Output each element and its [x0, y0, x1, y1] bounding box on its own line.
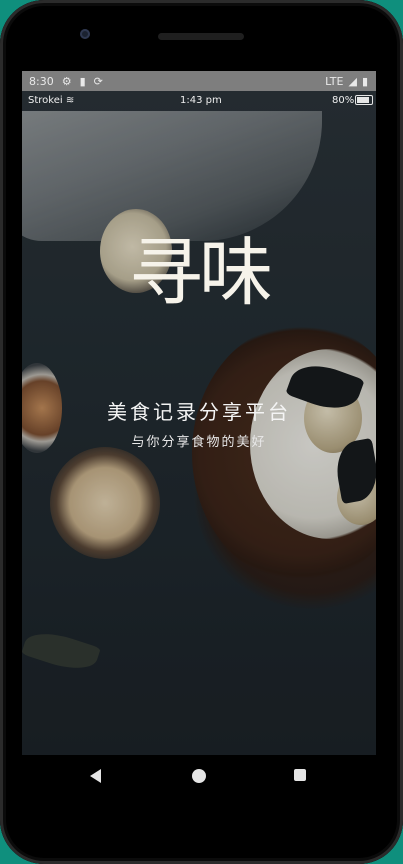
status-time: 8:30: [29, 74, 54, 88]
simulated-ios-status-bar: Strokei ≋ 1:43 pm 80%: [22, 91, 376, 109]
wifi-icon: ≋: [65, 94, 75, 106]
app-subline: 与你分享食物的美好: [131, 435, 267, 450]
sim-card-icon: ▮: [79, 74, 86, 88]
recent-apps-icon[interactable]: [294, 769, 306, 781]
back-icon[interactable]: [90, 769, 101, 783]
carrier-name: Strokei ≋: [28, 94, 75, 106]
android-navigation-bar: [22, 755, 376, 799]
app-tagline: 美食记录分享平台: [107, 400, 291, 424]
earpiece-speaker: [158, 33, 244, 40]
app-logo: 寻味: [129, 230, 273, 316]
battery-icon: [355, 95, 373, 105]
app-screen: 8:30 ⚙ ▮ ⟳ LTE ◢ ▮ Strokei ≋ 1:43 pm 80%…: [22, 71, 376, 755]
battery-percent: 80%: [332, 94, 355, 106]
network-type: LTE: [325, 74, 344, 88]
gear-icon: ⚙: [61, 74, 72, 88]
phone-frame: 8:30 ⚙ ▮ ⟳ LTE ◢ ▮ Strokei ≋ 1:43 pm 80%…: [0, 0, 403, 864]
signal-icon: ◢: [348, 74, 357, 88]
sync-icon: ⟳: [93, 74, 103, 88]
front-camera: [80, 29, 90, 39]
sim-time: 1:43 pm: [180, 94, 222, 106]
system-status-bar: 8:30 ⚙ ▮ ⟳ LTE ◢ ▮: [22, 71, 376, 91]
home-icon[interactable]: [192, 769, 206, 783]
battery-icon: ▮: [361, 74, 368, 88]
